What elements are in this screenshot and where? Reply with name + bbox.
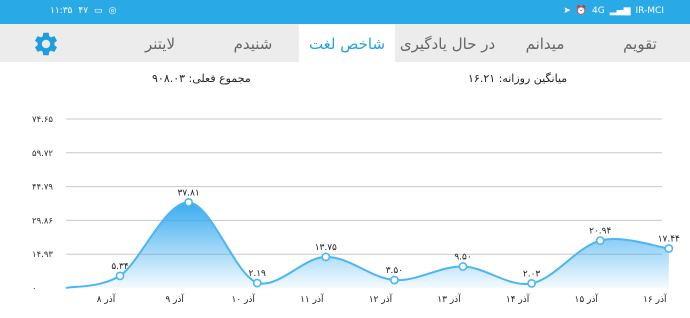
series-area [66, 202, 669, 288]
telegram-icon: ➤ [563, 6, 571, 16]
data-label: ۲۰.۹۴ [589, 227, 611, 237]
tab-leitner[interactable]: لایتنر [115, 24, 205, 62]
data-label: ۱۳.۷۵ [315, 243, 337, 253]
x-tick-label: ۹ آذر [165, 293, 184, 305]
hotspot-icon: ◎ [108, 6, 117, 16]
data-label: ۳۷.۸۱ [177, 188, 199, 198]
y-tick-label: ۰ [32, 284, 37, 294]
signal-icon: ▂▄▆ [609, 6, 631, 16]
data-point[interactable] [115, 271, 125, 281]
x-tick-label: ۱۶ آذر [643, 293, 667, 305]
data-label: ۹.۵۰ [454, 252, 471, 262]
y-tick-label: ۴۴.۷۹ [32, 183, 53, 193]
data-point[interactable] [595, 236, 605, 245]
data-point[interactable] [664, 244, 674, 253]
x-tick-label: ۱۵ آذر [575, 293, 599, 305]
tab-learning[interactable]: در حال یادگیری [395, 24, 500, 62]
y-tick-label: ۵۹.۷۲ [32, 149, 53, 159]
data-point[interactable] [458, 262, 468, 271]
chart-panel: میانگین روزانه: ۱۶.۲۱ مجموع فعلی: ۹۰۸.۰۳… [26, 62, 690, 318]
data-point[interactable] [321, 252, 331, 262]
x-tick-label: ۸ آذر [97, 293, 116, 305]
x-tick-label: ۱۰ آذر [232, 293, 256, 305]
carrier-name: IR-MCI [635, 6, 665, 16]
data-label: ۲.۰۳ [523, 269, 541, 279]
alarm-icon: ⏰ [575, 6, 588, 16]
data-label: ۲.۱۹ [249, 269, 267, 279]
data-label: ۳.۵۰ [386, 266, 403, 276]
tab-calendar[interactable]: تقویم [600, 24, 680, 62]
settings-gear-icon[interactable] [32, 30, 60, 58]
x-tick-label: ۱۳ آذر [437, 293, 461, 305]
network-type: 4G [592, 6, 605, 16]
y-tick-label: ۲۹.۸۶ [32, 216, 53, 226]
tab-heard[interactable]: شنیدم [210, 24, 296, 62]
y-tick-label: ۱۴.۹۳ [32, 250, 53, 260]
data-point[interactable] [184, 198, 193, 207]
tab-known[interactable]: میدانم [500, 24, 590, 62]
screen-icon: ▭ [94, 6, 103, 16]
clock: ۱۱:۳۵ [50, 6, 73, 16]
x-tick-label: ۱۴ آذر [506, 293, 530, 305]
data-label: ۵.۳۴ [111, 262, 129, 272]
data-point[interactable] [527, 279, 536, 288]
x-tick-label: ۱۱ آذر [300, 293, 324, 305]
word-index-chart: ۷۴.۶۵ ۵۹.۷۲ ۴۴.۷۹ ۲۹.۸۶ ۱۴.۹۳ ۰ ۵.۳۴ ۸ آذر ۳۷.۸… [32, 115, 680, 305]
status-bar: ۱۱:۳۵ ۴۷ ▭ ◎ ➤ ⏰ 4G ▂▄▆ IR-MCI [0, 0, 690, 24]
data-label: ۱۷.۴۴ [658, 235, 680, 245]
data-point[interactable] [252, 278, 262, 288]
y-tick-label: ۷۴.۶۵ [32, 115, 53, 125]
tab-bar: تقویم میدانم در حال یادگیری شاخص لغت شنی… [0, 24, 690, 62]
data-rate: ۴۷ [78, 6, 89, 16]
tab-word-index[interactable]: شاخص لغت [299, 24, 395, 62]
data-point[interactable] [389, 275, 399, 285]
x-tick-label: ۱۲ آذر [369, 293, 393, 305]
